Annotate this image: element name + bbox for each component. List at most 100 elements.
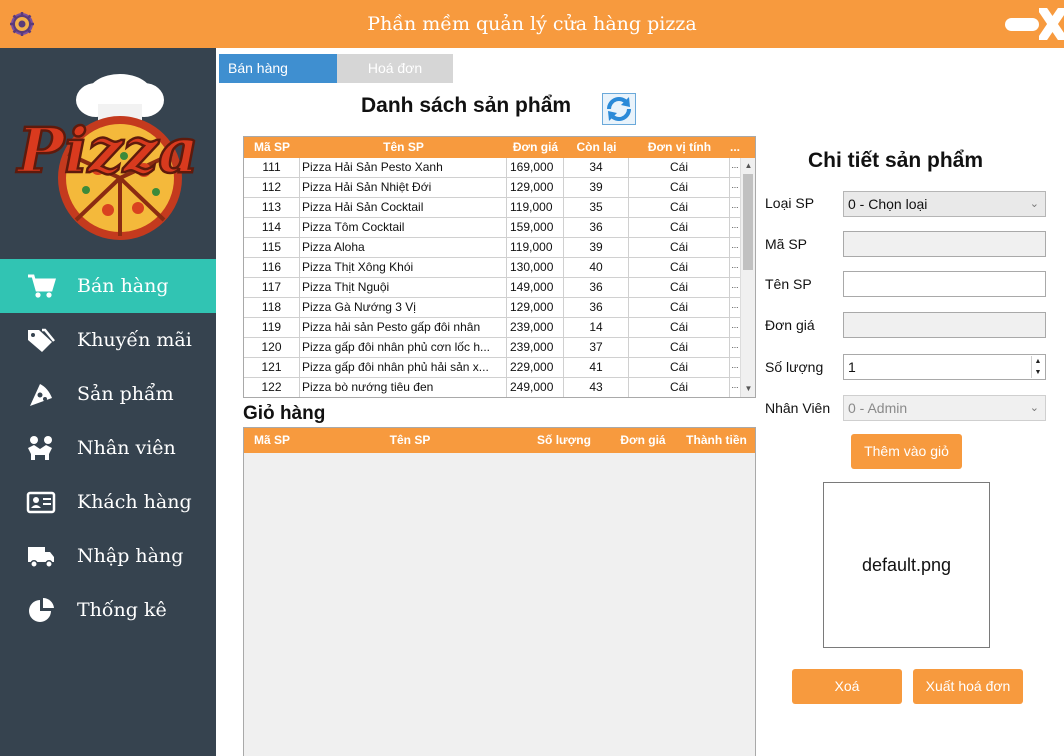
table-row[interactable]: 117 Pizza Thịt Nguội 149,000 36 Cái...: [244, 278, 740, 298]
cell-ma-sp: 121: [244, 358, 300, 378]
tab-hoa-don[interactable]: Hoá đơn: [337, 54, 453, 83]
nav-ban-hang[interactable]: Bán hàng: [0, 259, 216, 313]
cell-ten-sp: Pizza hải sản Pesto gấp đôi nhân: [300, 318, 507, 338]
cell-ten-sp: Pizza Hải Sản Nhiệt Đới: [300, 178, 507, 198]
nav-nhan-vien[interactable]: Nhân viên: [0, 421, 216, 475]
column-header[interactable]: Mã SP: [244, 428, 300, 453]
nav-label: Bán hàng: [77, 275, 169, 297]
column-header[interactable]: Thành tiền: [678, 428, 755, 453]
column-header[interactable]: Tên SP: [300, 137, 507, 158]
nav-san-pham[interactable]: Sản phẩm: [0, 367, 216, 421]
cell-more: ...: [731, 281, 739, 290]
price-field[interactable]: [843, 312, 1046, 338]
cell-don-vi: Cái: [629, 218, 730, 238]
column-header[interactable]: ...: [730, 137, 740, 158]
add-to-cart-button[interactable]: Thêm vào giỏ: [851, 434, 962, 469]
cell-con-lai: 37: [564, 338, 629, 358]
table-row[interactable]: 113 Pizza Hải Sản Cocktail 119,000 35 Cái...: [244, 198, 740, 218]
cell-don-vi: Cái: [629, 198, 730, 218]
scroll-up-icon[interactable]: ▲: [741, 159, 755, 173]
column-header[interactable]: Mã SP: [244, 137, 300, 158]
label-ten-sp: Tên SP: [765, 276, 812, 292]
label-so-luong: Số lượng: [765, 359, 824, 375]
cell-don-vi: Cái: [629, 238, 730, 258]
cell-don-gia: 239,000: [507, 338, 564, 358]
table-row[interactable]: 119 Pizza hải sản Pesto gấp đôi nhân 239,0…: [244, 318, 740, 338]
column-header[interactable]: Đơn giá: [507, 137, 564, 158]
category-select[interactable]: 0 - Chọn loại ⌄: [843, 191, 1046, 217]
increment-icon[interactable]: ▲: [1032, 356, 1044, 367]
cell-more: ...: [731, 321, 739, 330]
cart-table[interactable]: Mã SP Tên SP Số lượng Đơn giá Thành tiền: [243, 427, 756, 756]
cell-ten-sp: Pizza Tôm Cocktail: [300, 218, 507, 238]
label-nhan-vien: Nhân Viên: [765, 400, 831, 416]
table-row[interactable]: 120 Pizza gấp đôi nhân phủ cơn lốc h... 23…: [244, 338, 740, 358]
cell-ma-sp: 113: [244, 198, 300, 218]
column-header[interactable]: Đơn giá: [608, 428, 678, 453]
chevron-down-icon: ⌄: [1029, 402, 1039, 414]
table-row[interactable]: 111 Pizza Hải Sản Pesto Xanh 169,000 34 Cái.…: [244, 158, 740, 178]
table-row[interactable]: 118 Pizza Gà Nướng 3 Vị 129,000 36 Cái...: [244, 298, 740, 318]
refresh-button[interactable]: [602, 93, 636, 125]
cell-ma-sp: 122: [244, 378, 300, 397]
quantity-value: 1: [848, 359, 856, 375]
table-row[interactable]: 114 Pizza Tôm Cocktail 159,000 36 Cái...: [244, 218, 740, 238]
nav-nhap-hang[interactable]: Nhập hàng: [0, 529, 216, 583]
staff-icon: [28, 436, 52, 460]
cell-more: ...: [731, 161, 739, 170]
table-row[interactable]: 122 Pizza bò nướng tiêu đen 249,000 43 Cái..…: [244, 378, 740, 397]
delete-button[interactable]: Xoá: [792, 669, 902, 704]
column-header[interactable]: Còn lại: [564, 137, 629, 158]
minimize-icon[interactable]: [1005, 18, 1039, 31]
scrollbar-thumb[interactable]: [743, 174, 753, 270]
cell-more: ...: [731, 241, 739, 250]
scroll-down-icon[interactable]: ▼: [741, 382, 755, 396]
cell-ten-sp: Pizza Thịt Xông Khói: [300, 258, 507, 278]
cell-con-lai: 36: [564, 218, 629, 238]
column-header[interactable]: Số lượng: [520, 428, 608, 453]
product-name-field[interactable]: [843, 271, 1046, 297]
cell-more: ...: [731, 341, 739, 350]
cell-don-vi: Cái: [629, 158, 730, 178]
sidebar: Pizza Bán hàng Khuyến mãi Sản phẩm Nhân …: [0, 48, 216, 756]
cell-don-vi: Cái: [629, 358, 730, 378]
product-code-field[interactable]: [843, 231, 1046, 257]
close-icon[interactable]: [1039, 8, 1064, 40]
cell-don-vi: Cái: [629, 278, 730, 298]
cell-don-gia: 169,000: [507, 158, 564, 178]
product-table[interactable]: Mã SP Tên SP Đơn giá Còn lại Đơn vị tính…: [243, 136, 756, 398]
export-invoice-button[interactable]: Xuất hoá đơn: [913, 669, 1023, 704]
nav-thong-ke[interactable]: Thống kê: [0, 583, 216, 637]
nav-khuyen-mai[interactable]: Khuyến mãi: [0, 313, 216, 367]
stepper-buttons[interactable]: ▲ ▼: [1031, 356, 1044, 378]
tab-ban-hang[interactable]: Bán hàng: [219, 54, 337, 83]
cell-more: ...: [731, 381, 739, 390]
nav-label: Thống kê: [77, 599, 167, 621]
cell-con-lai: 39: [564, 238, 629, 258]
cell-ma-sp: 120: [244, 338, 300, 358]
table-row[interactable]: 116 Pizza Thịt Xông Khói 130,000 40 Cái...: [244, 258, 740, 278]
table-row[interactable]: 115 Pizza Aloha 119,000 39 Cái...: [244, 238, 740, 258]
column-header[interactable]: Tên SP: [300, 428, 520, 453]
cell-con-lai: 36: [564, 278, 629, 298]
cell-con-lai: 14: [564, 318, 629, 338]
table-row[interactable]: 121 Pizza gấp đôi nhân phủ hải sản x... 22…: [244, 358, 740, 378]
nav-khach-hang[interactable]: Khách hàng: [0, 475, 216, 529]
cell-ten-sp: Pizza Aloha: [300, 238, 507, 258]
table-row[interactable]: 112 Pizza Hải Sản Nhiệt Đới 129,000 39 Cái..…: [244, 178, 740, 198]
detail-title: Chi tiết sản phẩm: [808, 149, 984, 172]
cell-don-gia: 119,000: [507, 198, 564, 218]
cell-don-gia: 249,000: [507, 378, 564, 397]
decrement-icon[interactable]: ▼: [1032, 367, 1044, 378]
title-bar: Phần mềm quản lý cửa hàng pizza: [0, 0, 1064, 48]
vertical-scrollbar[interactable]: ▲ ▼: [740, 158, 755, 397]
cell-con-lai: 40: [564, 258, 629, 278]
nav-label: Sản phẩm: [77, 383, 174, 405]
cell-ten-sp: Pizza Thịt Nguội: [300, 278, 507, 298]
cart-title: Giỏ hàng: [243, 403, 326, 424]
cell-don-vi: Cái: [629, 338, 730, 358]
column-header[interactable]: Đơn vị tính: [629, 137, 730, 158]
cell-don-gia: 129,000: [507, 298, 564, 318]
quantity-stepper[interactable]: 1 ▲ ▼: [843, 354, 1046, 380]
label-ma-sp: Mã SP: [765, 236, 808, 252]
